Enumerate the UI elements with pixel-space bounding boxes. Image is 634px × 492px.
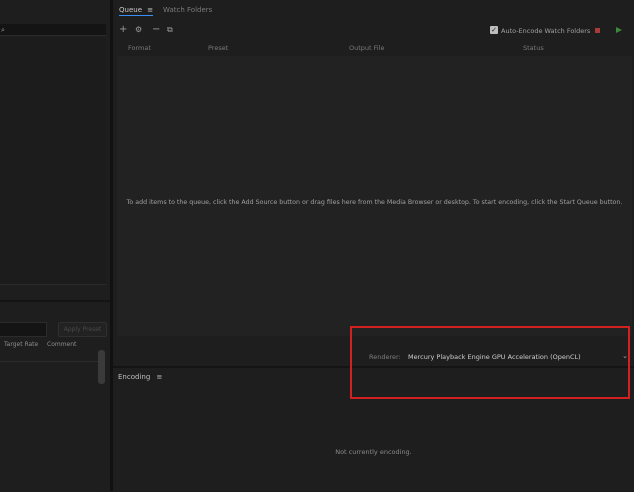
encoding-title: Encoding (118, 373, 151, 381)
apply-preset-button[interactable]: Apply Preset (58, 322, 107, 337)
highlight-box (350, 326, 630, 399)
queue-settings-icon[interactable]: ⚙ (135, 25, 142, 34)
encoding-panel-header: Encoding ≡ (118, 373, 162, 381)
queue-list[interactable]: To add items to the queue, click the Add… (117, 56, 632, 336)
remove-icon[interactable]: − (152, 24, 160, 35)
preset-list-scrollbar[interactable] (98, 350, 105, 384)
queue-toolbar: + ⚙ − ⧉ ✓ Auto-Encode Watch Folders (113, 22, 634, 38)
tab-watch-folders[interactable]: Watch Folders (163, 6, 212, 14)
column-preset[interactable]: Preset (208, 44, 228, 52)
tab-queue-label: Queue (119, 6, 142, 14)
tab-queue[interactable]: Queue ≡ (119, 6, 154, 16)
encoding-menu-icon[interactable]: ≡ (157, 373, 163, 381)
preset-list[interactable] (0, 361, 98, 492)
queue-empty-message: To add items to the queue, click the Add… (126, 199, 623, 206)
media-browser-area[interactable] (0, 38, 106, 285)
queue-tabs: Queue ≡ Watch Folders (113, 0, 634, 18)
search-icon: ⌕ (1, 26, 5, 34)
column-target-rate[interactable]: Target Rate (4, 341, 38, 348)
encoding-status: Not currently encoding. (335, 448, 412, 456)
panel-menu-icon[interactable]: ≡ (147, 6, 153, 14)
queue-column-headers: Format Preset Output File Status (113, 42, 634, 54)
add-source-icon[interactable]: + (119, 24, 127, 35)
column-format[interactable]: Format (128, 44, 151, 52)
stop-queue-button[interactable] (595, 28, 600, 33)
duplicate-icon[interactable]: ⧉ (167, 25, 173, 35)
panel-divider[interactable] (0, 300, 110, 302)
preset-name-input[interactable] (0, 322, 47, 337)
column-output-file[interactable]: Output File (349, 44, 385, 52)
preset-search-field[interactable]: ⌕ (0, 24, 106, 36)
start-queue-button[interactable] (616, 27, 622, 33)
preset-browser-panel: ⌕ Apply Preset Target Rate Comment (0, 0, 110, 492)
preset-column-headers: Target Rate Comment (0, 339, 98, 349)
column-status[interactable]: Status (523, 44, 544, 52)
queue-panel: Queue ≡ Watch Folders + ⚙ − ⧉ ✓ Auto-Enc… (113, 0, 634, 491)
auto-encode-label: Auto-Encode Watch Folders (501, 27, 591, 35)
column-comment[interactable]: Comment (47, 341, 76, 348)
